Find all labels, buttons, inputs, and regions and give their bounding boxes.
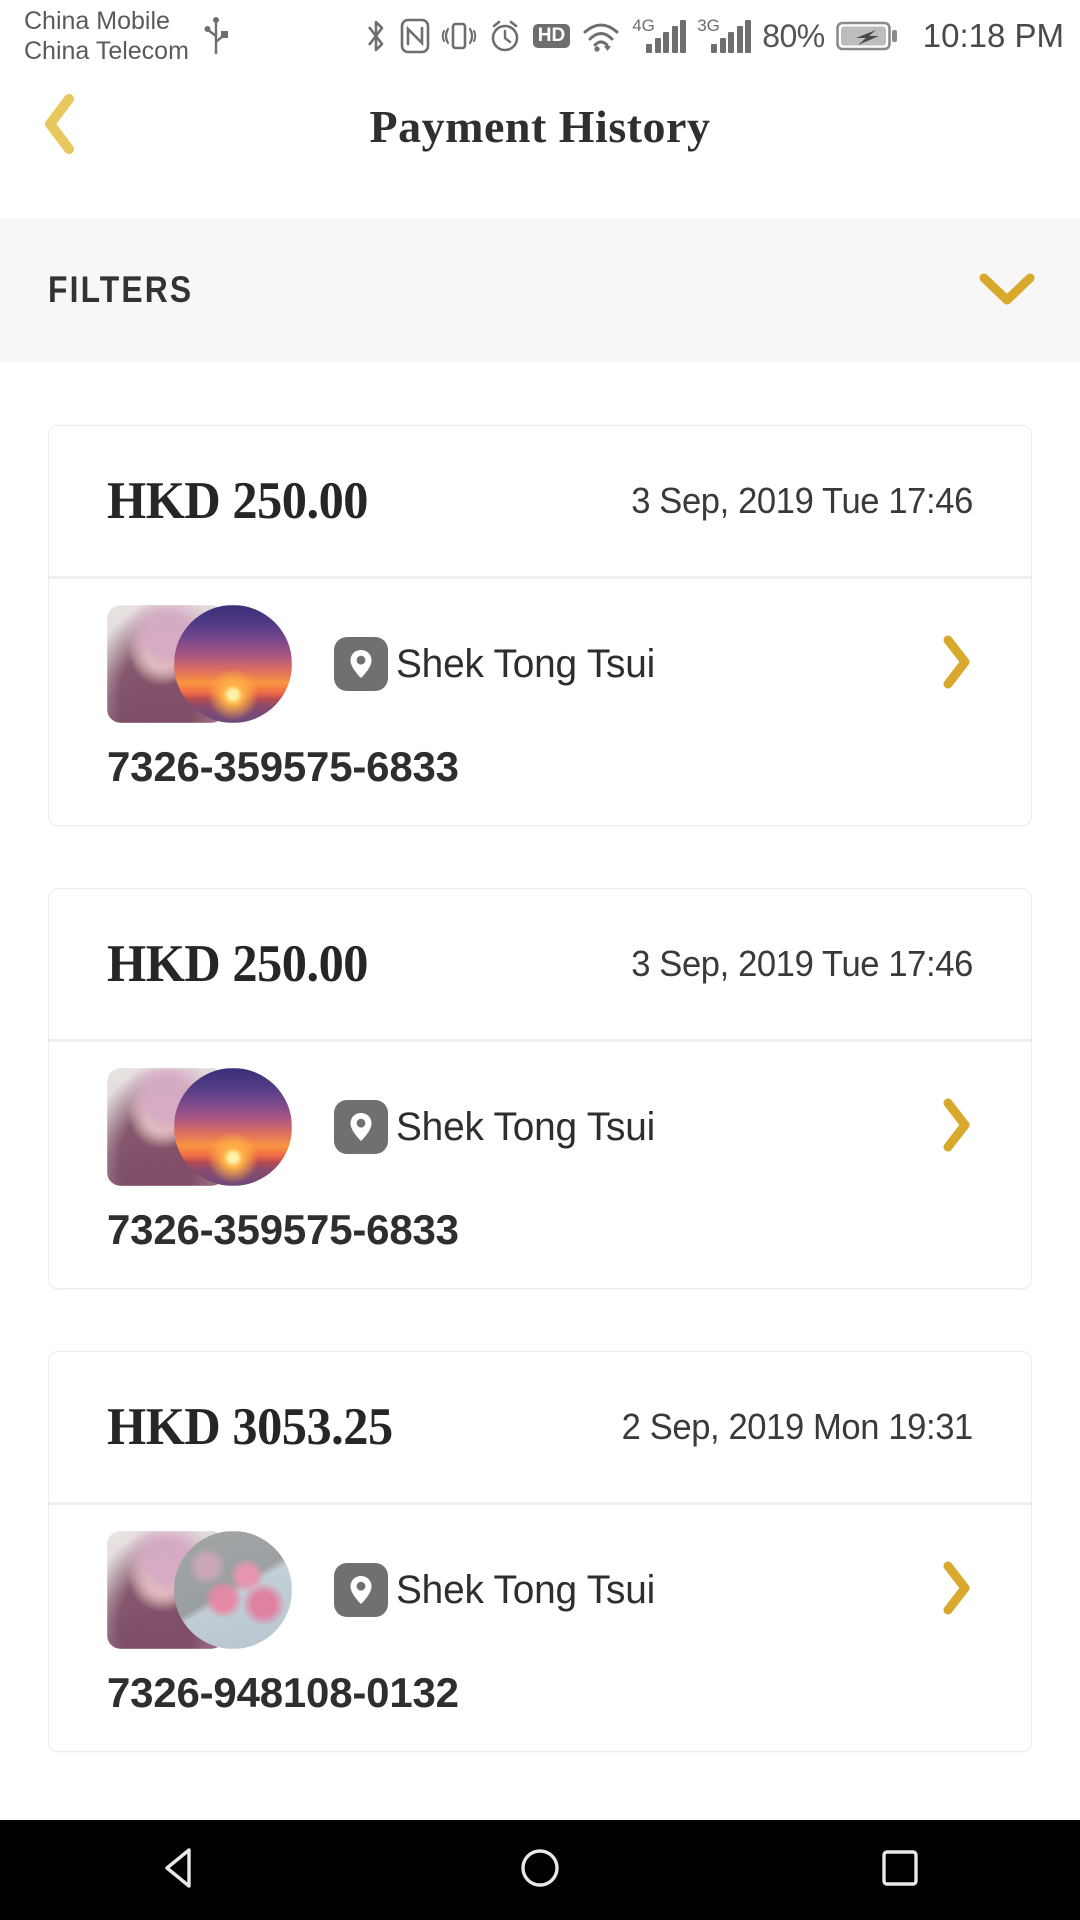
location-group: Shek Tong Tsui bbox=[334, 637, 663, 691]
open-detail-button[interactable] bbox=[925, 634, 989, 695]
battery-charging-icon bbox=[835, 18, 898, 54]
chevron-down-icon[interactable] bbox=[976, 268, 1038, 313]
chevron-right-icon bbox=[938, 1097, 976, 1158]
payment-detail-body: Shek Tong Tsui 7326-359575-6833 bbox=[49, 1042, 1031, 1288]
location-pin-icon bbox=[334, 1563, 388, 1617]
payment-card-number: 7326-948108-0132 bbox=[107, 1669, 459, 1716]
app-header: Payment History bbox=[0, 72, 1080, 180]
nfc-icon bbox=[400, 17, 430, 55]
hd-voice-icon: HD bbox=[532, 24, 571, 48]
filters-bar[interactable]: FILTERS bbox=[0, 218, 1080, 362]
payment-detail-body: Shek Tong Tsui 7326-359575-6833 bbox=[49, 579, 1031, 825]
page-title: Payment History bbox=[369, 100, 711, 152]
sim1-network-label: 4G bbox=[632, 15, 655, 35]
avatar-stack bbox=[107, 605, 292, 723]
status-bar: China Mobile China Telecom HD 4G 3G 80% … bbox=[0, 0, 1080, 72]
payment-datetime: 3 Sep, 2019 Tue 17:46 bbox=[631, 480, 973, 521]
payment-amount: HKD 250.00 bbox=[107, 935, 368, 993]
location-pin-icon bbox=[334, 1100, 388, 1154]
avatar-stack bbox=[107, 1531, 292, 1649]
nav-home-circle-icon bbox=[516, 1844, 564, 1897]
android-navigation-bar bbox=[0, 1820, 1080, 1920]
chevron-left-icon bbox=[38, 93, 82, 160]
usb-icon bbox=[203, 14, 229, 58]
payment-card-number: 7326-359575-6833 bbox=[107, 743, 459, 790]
battery-percent-label: 80% bbox=[762, 17, 825, 54]
nav-recents-square-icon bbox=[876, 1844, 924, 1897]
payment-list[interactable]: HKD 250.00 3 Sep, 2019 Tue 17:46 Shek To… bbox=[0, 362, 1080, 1820]
chevron-right-icon bbox=[938, 1560, 976, 1621]
payment-detail-body: Shek Tong Tsui 7326-948108-0132 bbox=[49, 1505, 1031, 1751]
open-detail-button[interactable] bbox=[925, 1560, 989, 1621]
payment-card[interactable]: HKD 250.00 3 Sep, 2019 Tue 17:46 Shek To… bbox=[48, 425, 1032, 826]
nav-back-button[interactable] bbox=[90, 1820, 270, 1920]
payment-card-number: 7326-359575-6833 bbox=[107, 1206, 459, 1253]
carrier-names: China Mobile China Telecom bbox=[24, 6, 189, 66]
payment-card[interactable]: HKD 3053.25 2 Sep, 2019 Mon 19:31 Shek T… bbox=[48, 1351, 1032, 1752]
payment-summary-row: HKD 250.00 3 Sep, 2019 Tue 17:46 bbox=[49, 426, 1031, 576]
wifi-icon bbox=[581, 17, 621, 55]
location-group: Shek Tong Tsui bbox=[334, 1100, 663, 1154]
payment-datetime: 2 Sep, 2019 Mon 19:31 bbox=[621, 1406, 974, 1447]
sim2-signal-icon: 3G bbox=[697, 16, 752, 53]
payment-summary-row: HKD 3053.25 2 Sep, 2019 Mon 19:31 bbox=[49, 1352, 1031, 1502]
alarm-icon bbox=[488, 17, 522, 55]
payment-amount: HKD 3053.25 bbox=[107, 1398, 393, 1456]
vibrate-icon bbox=[441, 17, 477, 55]
location-name: Shek Tong Tsui bbox=[396, 1104, 656, 1149]
carrier-line-1: China Mobile bbox=[24, 7, 170, 35]
location-name: Shek Tong Tsui bbox=[396, 1567, 656, 1612]
location-name: Shek Tong Tsui bbox=[396, 641, 656, 686]
location-pin-icon bbox=[334, 637, 388, 691]
nav-recents-button[interactable] bbox=[810, 1820, 990, 1920]
payment-datetime: 3 Sep, 2019 Tue 17:46 bbox=[631, 943, 973, 984]
back-button[interactable] bbox=[0, 72, 120, 180]
bluetooth-icon bbox=[363, 17, 389, 55]
cherry-blossom-photo-avatar bbox=[174, 1531, 292, 1649]
sunset-photo-avatar bbox=[174, 1068, 292, 1186]
nav-home-button[interactable] bbox=[450, 1820, 630, 1920]
avatar-stack bbox=[107, 1068, 292, 1186]
location-group: Shek Tong Tsui bbox=[334, 1563, 663, 1617]
filters-label: FILTERS bbox=[48, 269, 194, 310]
payment-amount: HKD 250.00 bbox=[107, 472, 368, 530]
sim1-signal-icon: 4G bbox=[632, 16, 687, 53]
sim2-network-label: 3G bbox=[697, 15, 720, 35]
payment-card[interactable]: HKD 250.00 3 Sep, 2019 Tue 17:46 Shek To… bbox=[48, 888, 1032, 1289]
open-detail-button[interactable] bbox=[925, 1097, 989, 1158]
chevron-right-icon bbox=[938, 634, 976, 695]
status-icon-group: HD 4G 3G 80% 10:18 PM bbox=[363, 16, 1064, 55]
clock-label: 10:18 PM bbox=[922, 17, 1064, 54]
carrier-line-2: China Telecom bbox=[24, 37, 189, 65]
sunset-photo-avatar bbox=[174, 605, 292, 723]
payment-summary-row: HKD 250.00 3 Sep, 2019 Tue 17:46 bbox=[49, 889, 1031, 1039]
nav-back-triangle-icon bbox=[158, 1844, 202, 1897]
